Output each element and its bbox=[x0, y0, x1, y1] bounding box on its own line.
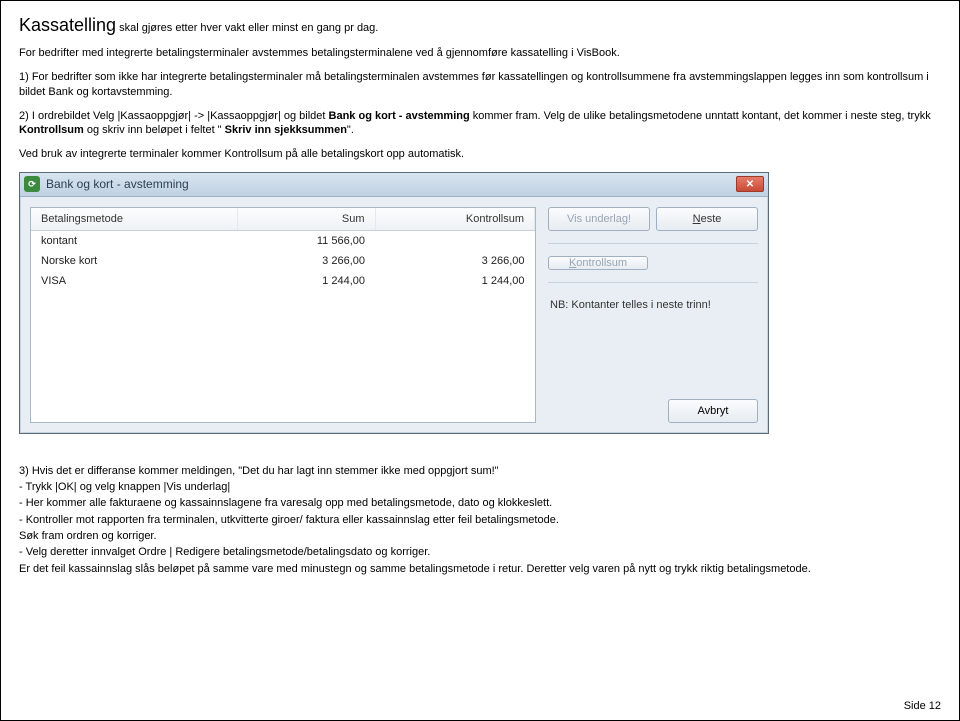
neste-button[interactable]: Neste bbox=[656, 207, 758, 231]
button-panel: Vis underlag! Neste Kontrollsum NB: Kont… bbox=[548, 207, 758, 423]
paragraph-step3e: - Velg deretter innvalget Ordre | Redige… bbox=[19, 545, 941, 559]
payment-table: Betalingsmetode Sum Kontrollsum kontant … bbox=[31, 208, 535, 291]
title-sub: skal gjøres etter hver vakt eller minst … bbox=[116, 22, 378, 34]
paragraph-step3: 3) Hvis det er differanse kommer melding… bbox=[19, 464, 941, 478]
col-control: Kontrollsum bbox=[375, 208, 535, 231]
vis-underlag-button[interactable]: Vis underlag! bbox=[548, 207, 650, 231]
paragraph-auto: Ved bruk av integrerte terminaler kommer… bbox=[19, 147, 941, 161]
paragraph-step2: 2) I ordrebildet Velg |Kassaoppgjør| -> … bbox=[19, 109, 941, 138]
paragraph-step3b: - Her kommer alle fakturaene og kassainn… bbox=[19, 496, 941, 510]
table-row[interactable]: kontant 11 566,00 bbox=[31, 230, 535, 251]
paragraph-intro: For bedrifter med integrerte betalingste… bbox=[19, 46, 941, 60]
paragraph-step3f: Er det feil kassainnslag slås beløpet på… bbox=[19, 562, 941, 576]
divider bbox=[548, 243, 758, 244]
page-title: Kassatelling skal gjøres etter hver vakt… bbox=[19, 15, 941, 36]
paragraph-step3c: - Kontroller mot rapporten fra terminale… bbox=[19, 513, 941, 527]
kontrollsum-button[interactable]: Kontrollsum bbox=[548, 256, 648, 270]
avbryt-button[interactable]: Avbryt bbox=[668, 399, 758, 423]
close-icon[interactable]: ✕ bbox=[736, 176, 764, 192]
note-text: NB: Kontanter telles i neste trinn! bbox=[548, 295, 758, 315]
divider bbox=[548, 282, 758, 283]
paragraph-step1: 1) For bedrifter som ikke har integrerte… bbox=[19, 70, 941, 99]
title-main: Kassatelling bbox=[19, 15, 116, 35]
dialog-window: ⟳ Bank og kort - avstemming ✕ Betalingsm… bbox=[19, 172, 769, 434]
titlebar: ⟳ Bank og kort - avstemming ✕ bbox=[20, 173, 768, 197]
payment-table-panel: Betalingsmetode Sum Kontrollsum kontant … bbox=[30, 207, 536, 423]
col-sum: Sum bbox=[238, 208, 375, 231]
app-icon: ⟳ bbox=[24, 176, 40, 192]
paragraph-step3d: Søk fram ordren og korriger. bbox=[19, 529, 941, 543]
table-row[interactable]: VISA 1 244,00 1 244,00 bbox=[31, 271, 535, 291]
page-number: Side 12 bbox=[904, 700, 941, 712]
col-method: Betalingsmetode bbox=[31, 208, 238, 231]
table-row[interactable]: Norske kort 3 266,00 3 266,00 bbox=[31, 251, 535, 271]
paragraph-step3a: - Trykk |OK| og velg knappen |Vis underl… bbox=[19, 480, 941, 494]
window-title: Bank og kort - avstemming bbox=[46, 177, 736, 191]
